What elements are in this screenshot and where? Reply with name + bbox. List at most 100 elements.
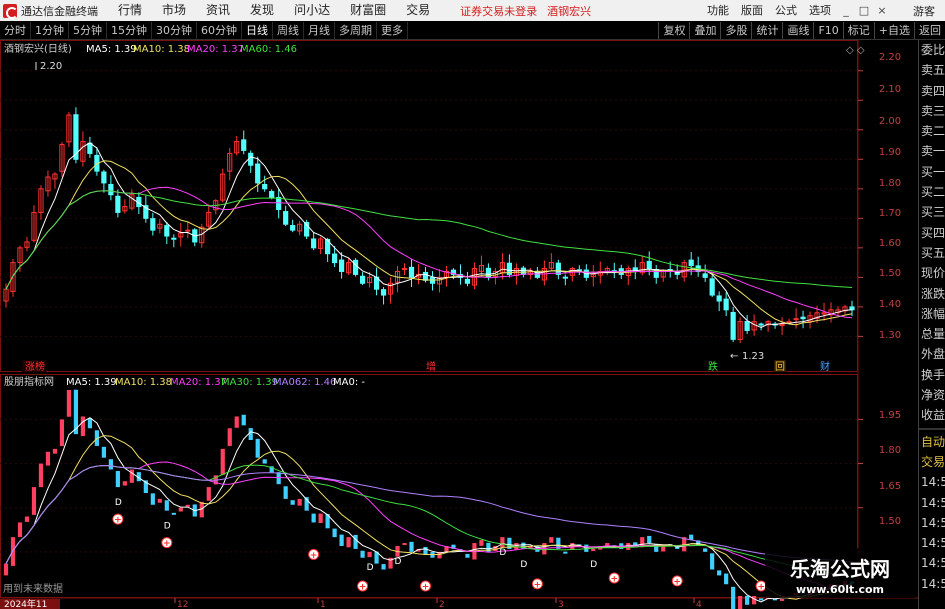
menu-bar: 通达信金融终端 行情 市场 资讯 发现 问小达 财富圈 交易 证券交易未登录 酒… <box>0 0 945 21</box>
marker-rise-rank[interactable]: 涨榜 <box>25 360 45 373</box>
side-bid3: 买三 <box>921 205 945 220</box>
sub-bar <box>108 459 113 470</box>
sub-bar <box>17 522 23 538</box>
side-tick-time: 14:56 <box>921 536 945 551</box>
sub-bar <box>87 418 92 429</box>
sub-chart-title: 股朋指标网 <box>4 375 54 388</box>
y-tick-2-00: 2.00 <box>879 116 901 127</box>
sub-bar <box>381 564 386 570</box>
candle-body <box>108 183 114 196</box>
guest-account[interactable]: 游客 <box>913 3 935 19</box>
sub-bar <box>220 448 225 475</box>
signal-d-label: D <box>395 557 402 567</box>
sub-bar <box>80 416 86 437</box>
candle-body <box>520 267 526 275</box>
ma10-label: MA10: 1.38 <box>133 44 190 55</box>
sub-bar <box>59 419 65 447</box>
menu-options[interactable]: 选项 <box>803 0 837 21</box>
date-label-feb: 2 <box>439 600 445 609</box>
back-button[interactable]: 返回 <box>914 21 945 39</box>
candle-body <box>115 195 121 213</box>
candle-body <box>262 184 268 190</box>
menu-function[interactable]: 功能 <box>701 0 735 21</box>
y-tick-1-50: 1.50 <box>879 268 901 279</box>
period-1min[interactable]: 1分钟 <box>31 21 69 39</box>
period-weekly[interactable]: 周线 <box>273 21 304 39</box>
candle-body <box>688 259 694 267</box>
f10-button[interactable]: F10 <box>813 21 842 39</box>
add-watchlist-button[interactable]: +自选 <box>873 21 914 39</box>
marker-increase[interactable]: 增 <box>426 360 436 373</box>
sub-bar <box>346 537 351 548</box>
period-monthly[interactable]: 月线 <box>304 21 335 39</box>
side-net-assets: 净资 <box>921 388 945 403</box>
side-trade[interactable]: 交易 <box>919 452 945 472</box>
period-multi[interactable]: 多周期 <box>335 21 377 39</box>
sub-ma0-label: MA0: - <box>333 377 365 388</box>
marker-finance[interactable]: 财 <box>820 360 830 373</box>
sub-bar <box>549 537 554 543</box>
sub-bar <box>367 551 372 558</box>
period-30min[interactable]: 30分钟 <box>152 21 197 39</box>
menu-discover[interactable]: 发现 <box>240 0 284 21</box>
maximize-icon[interactable]: □ <box>855 4 873 17</box>
signal-plus-icon: + <box>163 539 171 549</box>
period-more[interactable]: 更多 <box>377 21 408 39</box>
settings-diamond-icon[interactable]: ◇ ◇ <box>846 45 865 56</box>
candle-body <box>276 196 282 210</box>
minimize-icon[interactable]: _ <box>837 4 855 17</box>
sub-bar <box>290 500 295 505</box>
period-timeshare[interactable]: 分时 <box>0 21 31 39</box>
adjust-button[interactable]: 复权 <box>658 21 689 39</box>
menu-layout[interactable]: 版面 <box>735 0 769 21</box>
side-ask4: 卖四 <box>921 83 945 98</box>
stats-button[interactable]: 统计 <box>751 21 782 39</box>
future-data-note: 用到未来数据 <box>3 582 63 595</box>
side-tick-time: 14:56 <box>921 556 945 571</box>
watermark-url: www.60lt.com <box>796 583 884 596</box>
menu-ask[interactable]: 问小达 <box>284 0 340 21</box>
chart-area[interactable]: 酒钢宏兴(日线) MA5: 1.39 MA10: 1.38 MA20: 1.37… <box>0 40 918 609</box>
sub-bar <box>185 504 190 507</box>
sub-bar <box>157 498 162 503</box>
sub-bar <box>262 459 267 464</box>
side-auto[interactable]: 自动 <box>919 432 945 452</box>
candle-body <box>758 323 764 326</box>
candle-body <box>269 191 275 199</box>
draw-line-button[interactable]: 画线 <box>782 21 813 39</box>
sub-bar <box>647 535 652 544</box>
menu-news[interactable]: 资讯 <box>196 0 240 21</box>
low-annotation: 1.23 <box>742 351 764 362</box>
menu-formula[interactable]: 公式 <box>769 0 803 21</box>
menu-market[interactable]: 市场 <box>152 0 196 21</box>
period-5min[interactable]: 5分钟 <box>69 21 107 39</box>
toolbar-right-group: 复权 叠加 多股 统计 画线 F10 标记 +自选 返回 <box>658 21 945 39</box>
side-ask2: 卖二 <box>921 124 945 139</box>
signal-plus-icon: + <box>534 580 542 590</box>
period-60min[interactable]: 60分钟 <box>197 21 242 39</box>
menu-trade[interactable]: 交易 <box>396 0 440 21</box>
mark-button[interactable]: 标记 <box>842 21 874 39</box>
y-tick-2-20: 2.20 <box>879 52 901 63</box>
menu-quotes[interactable]: 行情 <box>108 0 152 21</box>
period-daily[interactable]: 日线 <box>242 21 273 39</box>
sub-bar <box>45 451 51 466</box>
signal-d-label: D <box>115 498 122 508</box>
menu-wealth[interactable]: 财富圈 <box>340 0 396 21</box>
sub-bar <box>339 534 344 546</box>
marker-back[interactable]: 回 <box>775 361 785 373</box>
side-tick-time: 14:56 <box>921 495 945 510</box>
ma20-label: MA20: 1.37 <box>187 44 244 55</box>
close-icon[interactable]: × <box>873 4 891 17</box>
candle-body <box>352 259 359 275</box>
sub-bar <box>255 438 260 458</box>
overlay-button[interactable]: 叠加 <box>689 21 720 39</box>
side-tick-time: 14:56 <box>921 515 945 530</box>
side-earnings: 收益 <box>921 408 945 423</box>
candle-body <box>150 218 156 231</box>
trade-login-alert[interactable]: 证券交易未登录 <box>460 3 537 19</box>
high-annotation: 2.20 <box>40 61 62 72</box>
marker-fall[interactable]: 跌 <box>708 360 718 373</box>
period-15min[interactable]: 15分钟 <box>107 21 152 39</box>
multi-stock-button[interactable]: 多股 <box>720 21 751 39</box>
